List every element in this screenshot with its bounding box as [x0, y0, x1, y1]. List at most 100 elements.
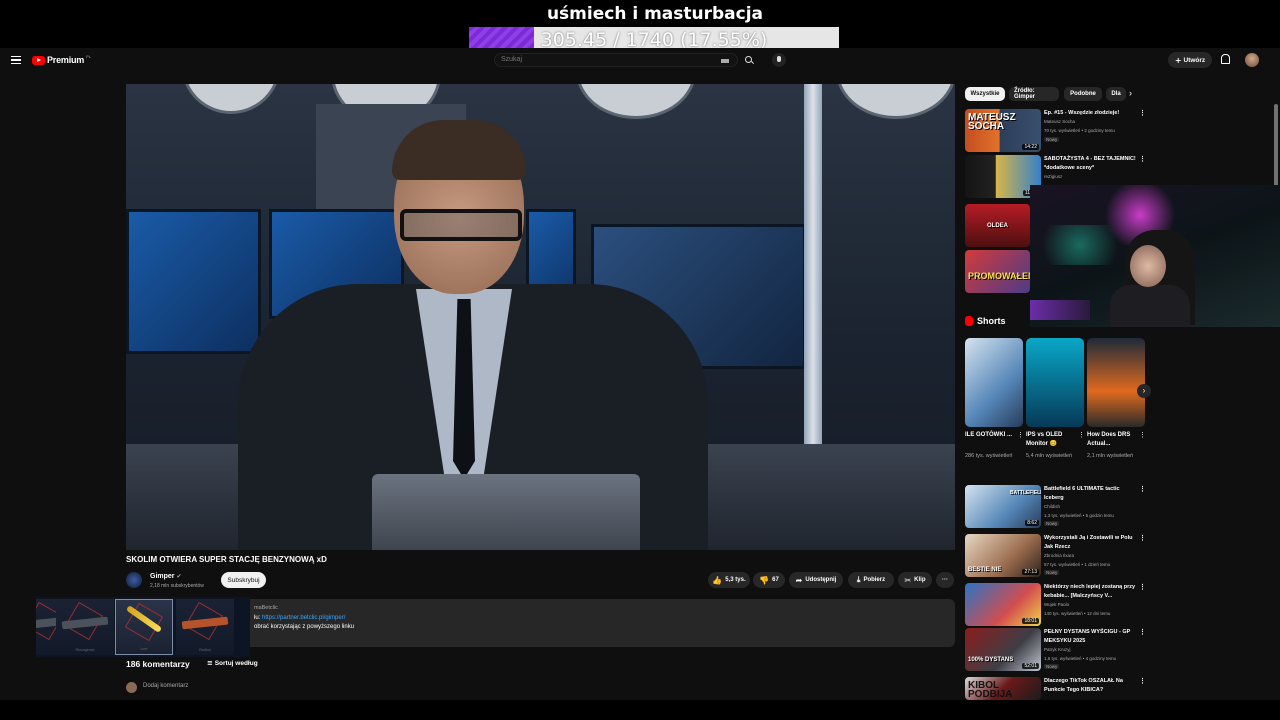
green-led-light — [1030, 225, 1130, 265]
chip-source-gimper[interactable]: Źródło: Gimper — [1009, 87, 1059, 101]
channel-name[interactable]: Childish — [1044, 504, 1060, 509]
video-thumbnail[interactable]: 18:01 — [965, 583, 1041, 626]
short-views: 286 tys. wyświetleń — [965, 453, 1013, 459]
voice-search-mic-icon[interactable] — [772, 53, 786, 67]
video-duration: 8:62 — [1025, 520, 1039, 526]
youtube-play-icon — [32, 55, 45, 65]
search-box[interactable]: Szukaj — [494, 53, 738, 67]
plus-icon: + — [1174, 55, 1182, 65]
video-thumbnail[interactable]: PROMOWAŁEM — [965, 250, 1030, 293]
description-text: łu: — [254, 615, 263, 621]
short-title[interactable]: ILE GOTÓWKI ... — [965, 431, 1015, 440]
more-options-icon[interactable]: ⋮ — [1078, 431, 1085, 439]
thumbnail-text: BATTLEFIELD — [1010, 490, 1041, 496]
video-player[interactable] — [126, 84, 955, 550]
video-title[interactable]: Ep. #15 - Wszędzie złodzieje! — [1044, 109, 1139, 118]
more-options-icon[interactable]: ⋮ — [1139, 534, 1146, 542]
recommended-video[interactable]: BATTLEFIELD 8:62 Battlefield 6 ULTIMATE t… — [965, 485, 1150, 529]
short-thumbnail[interactable] — [1026, 338, 1084, 427]
share-button[interactable]: ➦ Udostępnij — [789, 572, 843, 588]
dislike-button[interactable]: 👎 67 — [753, 572, 785, 588]
recommended-video[interactable]: MATEUSZ SOCHA 14:22 Ep. #15 - Wszędzie zł… — [965, 109, 1150, 153]
video-thumbnail[interactable]: MATEUSZ SOCHA 14:22 — [965, 109, 1041, 152]
description-link[interactable]: https://partner.betclic.pl/gimper/ — [262, 615, 345, 621]
shorts-next-chevron-icon[interactable]: › — [1137, 384, 1151, 398]
share-label: Udostępnij — [805, 577, 837, 583]
more-options-icon[interactable]: ⋮ — [1139, 155, 1146, 163]
more-options-icon[interactable]: ⋮ — [1017, 431, 1024, 439]
masthead: Premium PL Szukaj + Utwórz — [0, 48, 1280, 74]
video-title[interactable]: Wykorzystali Ją i Zostawili w Polu Jak R… — [1044, 534, 1139, 552]
like-button[interactable]: 👍 5,3 tys. — [708, 572, 750, 588]
more-options-icon[interactable]: ⋮ — [1139, 583, 1146, 591]
more-options-icon[interactable]: ⋮ — [1139, 109, 1146, 117]
channel-name[interactable]: reZigiusz — [1044, 174, 1062, 179]
video-thumbnail[interactable]: KIBOL PODBIJA — [965, 677, 1041, 700]
hamburger-menu-icon[interactable] — [11, 56, 21, 64]
more-options-icon[interactable]: ⋮ — [1139, 485, 1146, 493]
create-button[interactable]: + Utwórz — [1168, 52, 1212, 68]
recommended-video[interactable]: 18:01 Niektórzy niech lepiej zostaną prz… — [965, 583, 1150, 627]
chip-related[interactable]: Podobne — [1064, 87, 1102, 101]
case-item-label: Resurgence — [75, 648, 95, 652]
laptop — [372, 474, 640, 550]
wall-clock — [181, 84, 281, 114]
more-options-icon[interactable]: ⋮ — [1139, 677, 1146, 685]
streamer-body — [1110, 285, 1190, 327]
clip-label: Klip — [914, 577, 926, 583]
video-thumbnail[interactable]: OLDEA — [965, 204, 1030, 247]
video-duration: 27:13 — [1022, 569, 1039, 575]
wall-clock — [576, 84, 696, 119]
video-title[interactable]: Battlefield 6 ULTIMATE tactic Iceberg — [1044, 485, 1139, 503]
thumbnail-text: OLDEA — [987, 223, 1008, 229]
keyboard-icon[interactable] — [721, 59, 729, 63]
sort-comments-button[interactable]: ≡ Sortuj według — [207, 659, 258, 667]
recommended-video[interactable]: BESTIE NIE 27:13 Wykorzystali Ją i Zostaw… — [965, 534, 1150, 578]
thumbnail-text: MATEUSZ SOCHA — [968, 112, 1016, 132]
channel-avatar[interactable] — [126, 572, 142, 588]
more-actions-button[interactable]: ··· — [936, 572, 954, 588]
logo-country: PL — [86, 53, 92, 59]
video-title[interactable]: Niektórzy niech lepiej zostaną przy keba… — [1044, 583, 1139, 601]
notifications-bell-icon[interactable] — [1221, 54, 1230, 64]
short-thumbnail[interactable] — [1087, 338, 1145, 427]
short-title[interactable]: How Does DRS Actual... — [1087, 431, 1137, 449]
monitor-screen — [126, 209, 261, 354]
chips-next-chevron-icon[interactable]: › — [1129, 88, 1132, 98]
description-box[interactable]: maBetclic łu: https://partner.betclic.pl… — [126, 599, 955, 647]
download-button[interactable]: ⤓ Pobierz — [848, 572, 894, 588]
channel-name[interactable]: Zbrodnia Ilxara — [1044, 553, 1074, 558]
channel-name[interactable]: Mateusz Socha — [1044, 119, 1075, 124]
video-thumbnail[interactable]: BESTIE NIE 27:13 — [965, 534, 1041, 577]
youtube-premium-logo[interactable]: Premium PL — [32, 53, 92, 65]
video-duration: 14:22 — [1022, 144, 1039, 150]
add-comment-input[interactable]: Dodaj komentarz — [143, 683, 188, 689]
short-views: 2,1 mln wyświetleń — [1087, 453, 1134, 459]
more-options-icon[interactable]: ⋮ — [1139, 628, 1146, 636]
description-line: łu: https://partner.betclic.pl/gimper/ — [254, 615, 345, 621]
video-meta: 1,3 tys. wyświetleń • 5 godzin temu — [1044, 513, 1114, 518]
search-input[interactable]: Szukaj — [501, 56, 522, 63]
video-thumbnail[interactable]: 100% DYSTANS 52:01 — [965, 628, 1041, 671]
channel-name[interactable]: Wujek Paolo — [1044, 602, 1069, 607]
channel-name[interactable]: Gimper ✔ — [150, 573, 182, 580]
chip-all[interactable]: Wszystkie — [965, 87, 1005, 101]
video-title[interactable]: PEŁNY DYSTANS WYŚCIGU - GP MEKSYKU 2025 — [1044, 628, 1139, 646]
recommended-video[interactable]: 100% DYSTANS 52:01 PEŁNY DYSTANS WYŚCIGU … — [965, 628, 1150, 672]
clip-button[interactable]: ✂ Klip — [898, 572, 932, 588]
chip-for-you[interactable]: Dla — [1106, 87, 1126, 101]
account-avatar[interactable] — [1245, 53, 1259, 67]
more-options-icon[interactable]: ⋮ — [1139, 431, 1146, 439]
channel-name-text[interactable]: Gimper — [150, 573, 175, 580]
short-title[interactable]: IPS vs OLED Monitor 😊 — [1026, 431, 1076, 449]
sort-icon: ≡ — [207, 659, 213, 667]
search-button[interactable] — [740, 53, 758, 67]
video-title[interactable]: SABOTAŻYSTA 4 - BEZ TAJEMNIC! *dodatkowe… — [1044, 155, 1139, 173]
video-thumbnail[interactable]: BATTLEFIELD 8:62 — [965, 485, 1041, 528]
subscribe-button[interactable]: Subskrybuj — [221, 572, 266, 588]
channel-name[interactable]: Patryk Kruzyj — [1044, 647, 1071, 652]
video-title[interactable]: Dlaczego TikTok OSZALAŁ Na Punkcie Tego … — [1044, 677, 1139, 695]
thumbnail-text: KIBOL PODBIJA — [968, 680, 1013, 700]
recommended-video[interactable]: KIBOL PODBIJA Dlaczego TikTok OSZALAŁ Na… — [965, 677, 1150, 720]
short-thumbnail[interactable] — [965, 338, 1023, 427]
